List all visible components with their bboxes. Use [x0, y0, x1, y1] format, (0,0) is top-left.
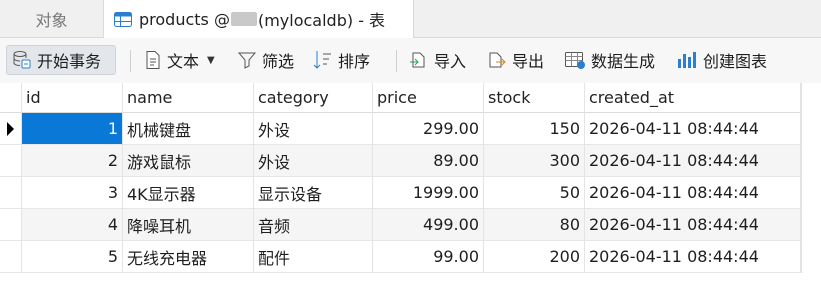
cell-category[interactable]: 音频	[254, 209, 373, 241]
cell-name[interactable]: 4K显示器	[123, 177, 254, 209]
import-label: 导入	[434, 52, 467, 71]
toolbar: 开始事务 文本 ▼ 筛选 排序 导入 导出 数据生成 创建图表	[0, 38, 821, 84]
sort-icon	[313, 51, 331, 69]
cell-price[interactable]: 1999.00	[373, 177, 484, 209]
column-header-created-at[interactable]: created_at	[585, 83, 801, 113]
begin-transaction-label: 开始事务	[37, 52, 102, 71]
import-button[interactable]: 导入	[405, 45, 470, 75]
tab-objects-label: 对象	[35, 10, 68, 30]
grid-right-border	[801, 83, 802, 273]
row-selector[interactable]	[0, 113, 22, 145]
cell-stock[interactable]: 150	[484, 113, 585, 145]
cell-created-at[interactable]: 2026-04-11 08:44:44	[585, 145, 801, 177]
table-row[interactable]: 4 降噪耳机 音频 499.00 80 2026-04-11 08:44:44	[0, 209, 801, 241]
export-icon	[489, 52, 506, 68]
table-icon	[114, 11, 132, 27]
funnel-icon	[237, 52, 257, 69]
cell-category[interactable]: 外设	[254, 113, 373, 145]
cell-id[interactable]: 2	[22, 145, 123, 177]
document-icon	[146, 51, 160, 69]
toolbar-divider	[396, 50, 397, 72]
cell-price[interactable]: 499.00	[373, 209, 484, 241]
table-row[interactable]: 2 游戏鼠标 外设 89.00 300 2026-04-11 08:44:44	[0, 145, 801, 177]
filter-button[interactable]: 筛选	[233, 45, 298, 75]
bar-chart-icon	[678, 52, 696, 68]
cell-stock[interactable]: 50	[484, 177, 585, 209]
cell-name[interactable]: 无线充电器	[123, 241, 254, 273]
data-generation-button[interactable]: 数据生成	[560, 45, 659, 75]
tab-title-suffix: (mylocaldb) - 表	[257, 11, 386, 30]
cell-price[interactable]: 89.00	[373, 145, 484, 177]
cell-id[interactable]: 1	[22, 113, 123, 145]
table-row[interactable]: 1 机械键盘 外设 299.00 150 2026-04-11 08:44:44	[0, 113, 801, 145]
filter-label: 筛选	[262, 52, 295, 71]
text-view-label: 文本	[167, 52, 200, 71]
cell-stock[interactable]: 300	[484, 145, 585, 177]
cell-stock[interactable]: 80	[484, 209, 585, 241]
cell-price[interactable]: 299.00	[373, 113, 484, 145]
row-selector[interactable]	[0, 241, 22, 273]
toolbar-divider	[130, 50, 131, 72]
column-header-id[interactable]: id	[22, 83, 123, 113]
data-grid: id name category price stock created_at …	[0, 83, 821, 296]
cell-category[interactable]: 外设	[254, 145, 373, 177]
import-icon	[410, 52, 425, 68]
create-chart-button[interactable]: 创建图表	[672, 45, 771, 75]
redacted-host	[230, 12, 257, 26]
create-chart-label: 创建图表	[703, 52, 768, 71]
cell-id[interactable]: 5	[22, 241, 123, 273]
tab-bar: 对象 products @ (mylocaldb) - 表	[0, 0, 821, 38]
cell-name[interactable]: 游戏鼠标	[123, 145, 254, 177]
current-row-arrow-icon	[7, 121, 14, 136]
grid-header: id name category price stock created_at	[0, 83, 801, 113]
begin-transaction-button[interactable]: 开始事务	[6, 45, 116, 75]
cell-name[interactable]: 机械键盘	[123, 113, 254, 145]
database-transaction-icon	[13, 51, 31, 69]
cell-created-at[interactable]: 2026-04-11 08:44:44	[585, 209, 801, 241]
row-selector[interactable]	[0, 145, 22, 177]
column-header-stock[interactable]: stock	[484, 83, 585, 113]
cell-created-at[interactable]: 2026-04-11 08:44:44	[585, 113, 801, 145]
column-header-price[interactable]: price	[373, 83, 484, 113]
export-button[interactable]: 导出	[483, 45, 548, 75]
cell-price[interactable]: 99.00	[373, 241, 484, 273]
data-generation-icon	[565, 52, 585, 69]
export-label: 导出	[512, 52, 545, 71]
row-selector[interactable]	[0, 177, 22, 209]
column-header-category[interactable]: category	[254, 83, 373, 113]
sort-label: 排序	[338, 52, 371, 71]
cell-name[interactable]: 降噪耳机	[123, 209, 254, 241]
cell-id[interactable]: 3	[22, 177, 123, 209]
row-header-corner	[0, 83, 22, 113]
cell-category[interactable]: 配件	[254, 241, 373, 273]
cell-created-at[interactable]: 2026-04-11 08:44:44	[585, 241, 801, 273]
row-selector[interactable]	[0, 209, 22, 241]
caret-down-icon[interactable]: ▼	[207, 55, 215, 66]
tab-products-table[interactable]: products @ (mylocaldb) - 表	[104, 0, 414, 38]
sort-button[interactable]: 排序	[309, 45, 374, 75]
cell-created-at[interactable]: 2026-04-11 08:44:44	[585, 177, 801, 209]
cell-id[interactable]: 4	[22, 209, 123, 241]
tab-objects[interactable]: 对象	[0, 0, 104, 37]
cell-category[interactable]: 显示设备	[254, 177, 373, 209]
cell-stock[interactable]: 200	[484, 241, 585, 273]
column-header-name[interactable]: name	[123, 83, 254, 113]
table-row[interactable]: 5 无线充电器 配件 99.00 200 2026-04-11 08:44:44	[0, 241, 801, 273]
text-view-button[interactable]: 文本 ▼	[140, 45, 219, 75]
table-row[interactable]: 3 4K显示器 显示设备 1999.00 50 2026-04-11 08:44…	[0, 177, 801, 209]
tab-title-prefix: products @	[139, 9, 230, 29]
data-generation-label: 数据生成	[591, 52, 656, 71]
